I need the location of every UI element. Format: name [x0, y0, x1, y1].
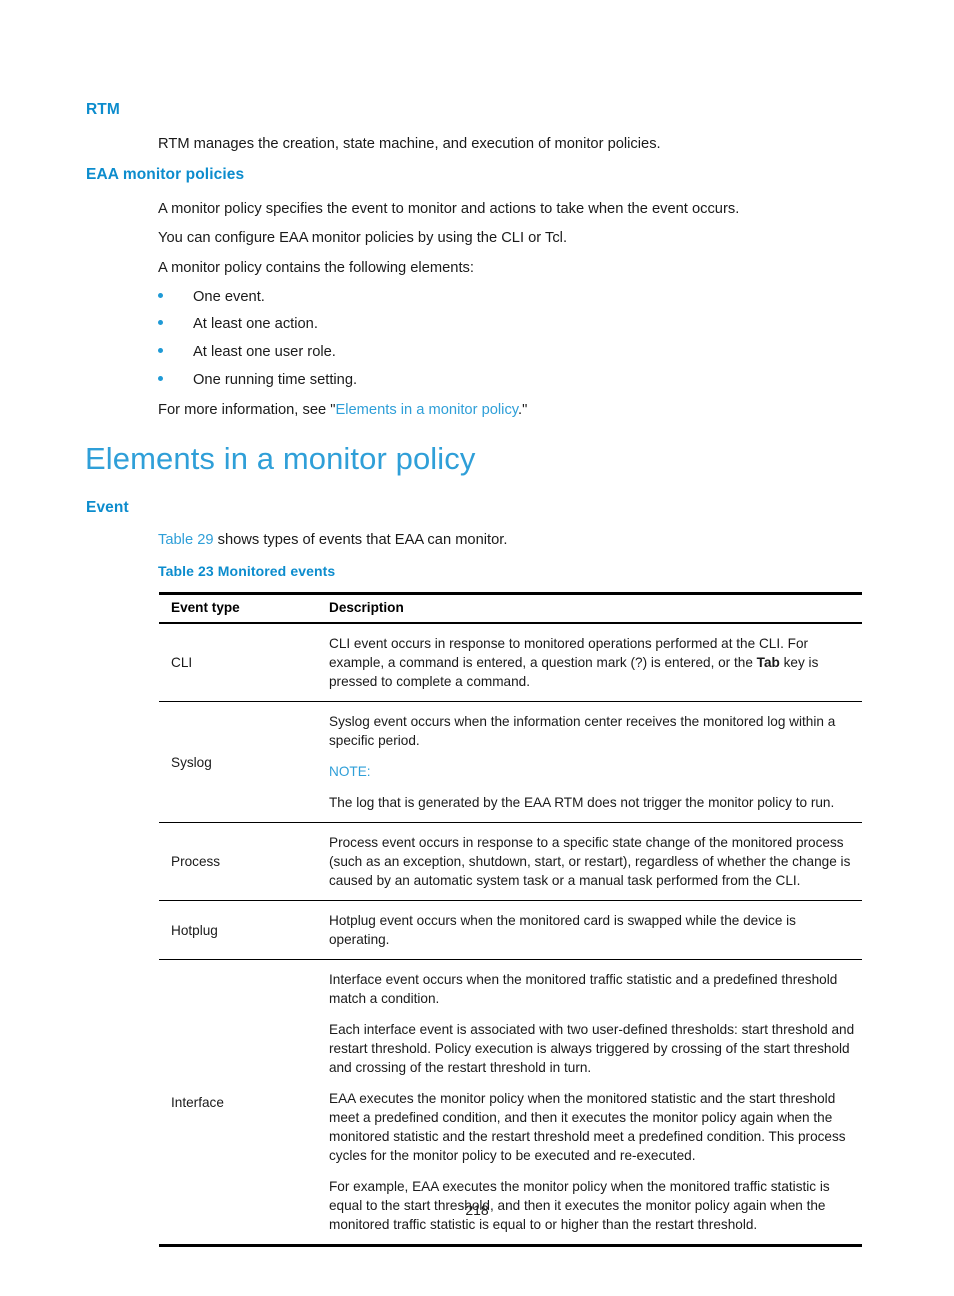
cell-event-type: Process: [159, 822, 315, 901]
description-paragraph: Each interface event is associated with …: [329, 1022, 855, 1075]
cell-description: Process event occurs in response to a sp…: [315, 822, 862, 901]
see-also-prefix: For more information, see ": [158, 402, 336, 418]
paragraph-table-reference: Table 29 shows types of events that EAA …: [158, 531, 507, 549]
description-paragraph: Interface event occurs when the monitore…: [329, 972, 838, 1006]
link-elements-in-a-monitor-policy[interactable]: Elements in a monitor policy: [335, 402, 518, 418]
table-row: Process Process event occurs in response…: [159, 822, 862, 901]
heading-rtm: RTM: [86, 101, 120, 118]
description-paragraph: EAA executes the monitor policy when the…: [329, 1091, 846, 1163]
note-label: NOTE:: [329, 764, 371, 779]
paragraph-configure-via-cli-or-tcl: You can configure EAA monitor policies b…: [158, 230, 568, 246]
cell-event-type: Hotplug: [159, 900, 315, 960]
list-item-label: One running time setting.: [193, 372, 358, 388]
list-item-label: One event.: [193, 289, 265, 305]
note-text: The log that is generated by the EAA RTM…: [329, 795, 835, 810]
list-item-label: At least one action.: [193, 316, 318, 332]
paragraph-see-also: For more information, see "Elements in a…: [158, 401, 527, 419]
paragraph-monitor-policy-specifies: A monitor policy specifies the event to …: [158, 201, 740, 217]
cell-event-type: CLI: [159, 623, 315, 702]
description-paragraph: Process event occurs in response to a sp…: [329, 835, 851, 888]
paragraph-contains-following-elements: A monitor policy contains the following …: [158, 260, 474, 276]
list-item: One running time setting.: [158, 371, 357, 389]
heading-event: Event: [86, 499, 129, 516]
bullet-icon: [158, 320, 163, 325]
column-header-event-type: Event type: [159, 592, 315, 624]
cell-description: Syslog event occurs when the information…: [315, 701, 862, 823]
list-item: One event.: [158, 288, 265, 306]
page-number: 218: [465, 1202, 489, 1218]
see-also-suffix: .": [518, 402, 528, 418]
list-item: At least one user role.: [158, 343, 336, 361]
bullet-icon: [158, 293, 163, 298]
description-text-before-tab: CLI event occurs in response to monitore…: [329, 636, 809, 670]
table-row: Hotplug Hotplug event occurs when the mo…: [159, 900, 862, 960]
heading-eaa-monitor-policies: EAA monitor policies: [86, 166, 245, 183]
bullet-icon: [158, 348, 163, 353]
page-title: Elements in a monitor policy: [85, 441, 476, 476]
cell-event-type: Syslog: [159, 701, 315, 823]
table-row: CLI CLI event occurs in response to moni…: [159, 623, 862, 702]
link-table-29[interactable]: Table 29: [158, 532, 214, 548]
monitored-events-table: Event type Description CLI CLI event occ…: [159, 592, 862, 1247]
document-page: RTM RTM manages the creation, state mach…: [0, 0, 954, 1296]
description-paragraph: Syslog event occurs when the information…: [329, 714, 836, 748]
bullet-icon: [158, 376, 163, 381]
description-paragraph: Hotplug event occurs when the monitored …: [329, 913, 796, 947]
paragraph-rtm-description: RTM manages the creation, state machine,…: [158, 136, 661, 152]
list-item: At least one action.: [158, 315, 318, 333]
list-item-label: At least one user role.: [193, 344, 336, 360]
table-row: Syslog Syslog event occurs when the info…: [159, 701, 862, 823]
column-header-description: Description: [315, 592, 862, 624]
keyword-tab: Tab: [756, 655, 780, 670]
cell-description: CLI event occurs in response to monitore…: [315, 623, 862, 702]
cell-description: Hotplug event occurs when the monitored …: [315, 900, 862, 960]
table-header-row: Event type Description: [159, 592, 862, 624]
description-paragraph: CLI event occurs in response to monitore…: [329, 634, 858, 691]
table-reference-rest: shows types of events that EAA can monit…: [213, 532, 508, 548]
table-caption: Table 23 Monitored events: [158, 563, 336, 579]
